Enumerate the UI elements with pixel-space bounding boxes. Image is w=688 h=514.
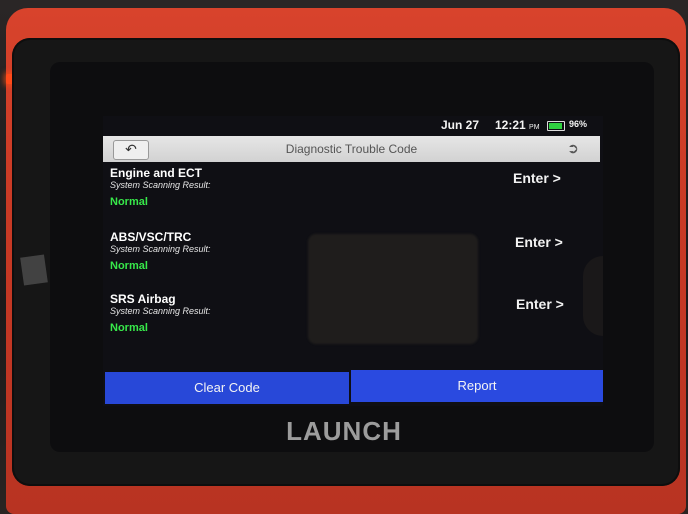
tape-piece (20, 254, 48, 286)
page-title: Diagnostic Trouble Code (285, 142, 418, 156)
brand-logo: LAUNCH (286, 416, 402, 446)
enter-button[interactable]: Enter > (515, 234, 563, 250)
status-bar: Jun 27 12:21 PM 96% (103, 116, 603, 134)
system-item-engine: Engine and ECT System Scanning Result: N… (110, 166, 590, 226)
enter-button[interactable]: Enter > (513, 170, 561, 186)
system-name: SRS Airbag (110, 292, 176, 306)
system-status: Normal (110, 196, 148, 208)
system-subtitle: System Scanning Result: (110, 244, 211, 254)
screen-reflection (308, 234, 478, 344)
status-time: 12:21 PM (495, 118, 540, 132)
battery-percent: 96% (569, 119, 588, 129)
system-status: Normal (110, 260, 148, 272)
system-name: Engine and ECT (110, 166, 203, 180)
action-bar: Clear Code Report (103, 370, 603, 404)
system-subtitle: System Scanning Result: (110, 180, 211, 190)
exit-icon[interactable]: ➲ (564, 139, 582, 157)
display-screen: Jun 27 12:21 PM 96% ↶ Diagnostic Trouble… (103, 116, 603, 406)
system-status: Normal (110, 322, 148, 334)
status-date: Jun 27 (441, 118, 480, 132)
enter-button[interactable]: Enter > (516, 296, 564, 312)
status-time-value: 12:21 (495, 118, 526, 132)
status-ampm: PM (529, 124, 540, 131)
system-name: ABS/VSC/TRC (110, 230, 192, 244)
battery-fill (549, 123, 562, 129)
battery-icon (547, 121, 565, 131)
clear-code-button[interactable]: Clear Code (105, 372, 349, 404)
title-bar: ↶ Diagnostic Trouble Code ➲ (103, 136, 600, 162)
report-button[interactable]: Report (351, 370, 603, 402)
screen-reflection-hand (583, 256, 603, 336)
system-subtitle: System Scanning Result: (110, 306, 211, 316)
